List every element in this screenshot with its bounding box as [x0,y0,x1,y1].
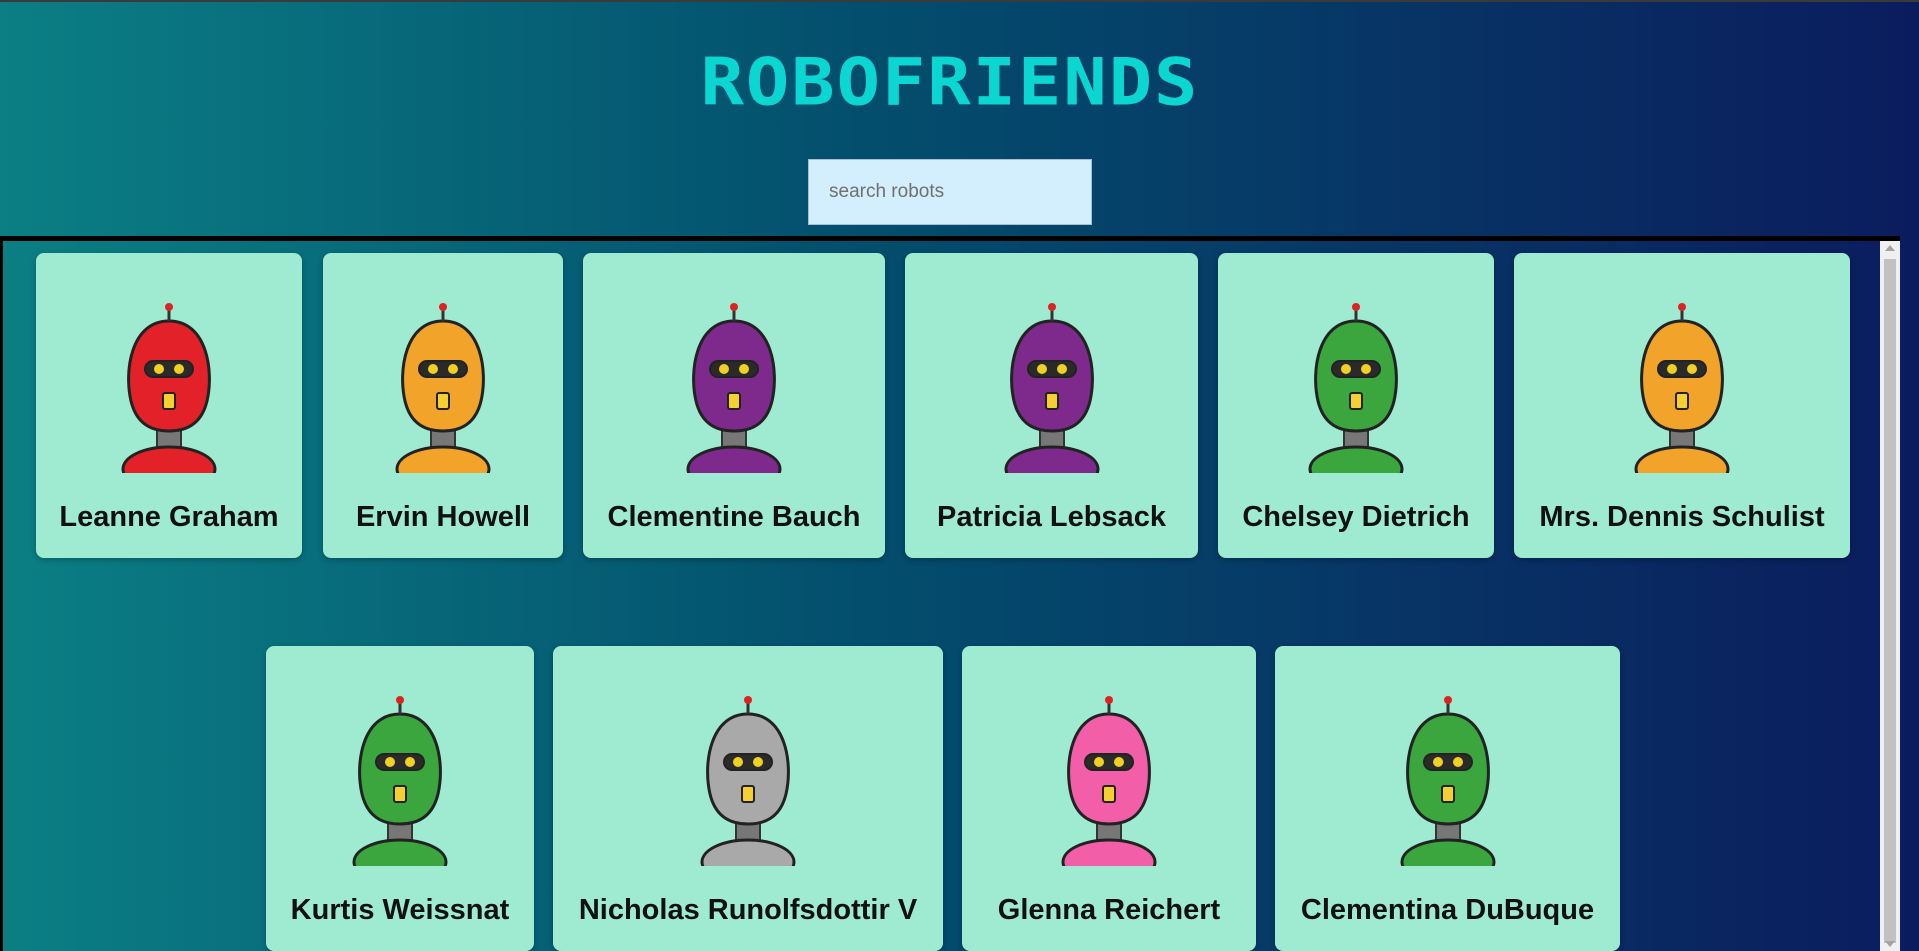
orange-robot-icon [353,301,533,493]
robot-card[interactable]: Kurtis Weissnat [266,646,534,951]
robot-name: Nicholas Runolfsdottir V [578,894,918,926]
red-robot-icon [79,301,259,493]
purple-robot-icon [962,301,1142,493]
robot-card[interactable]: Mrs. Dennis SchulistKarley_Dach@jasper.i… [1514,253,1850,558]
robot-card[interactable]: Leanne GrahamSincere@april.biz [36,253,302,558]
robot-name: Patricia Lebsack [937,501,1166,533]
robot-name: Leanne Graham [59,501,279,533]
purple-robot-icon [644,301,824,493]
robot-name: Chelsey Dietrich [1242,501,1470,533]
page-title: ROBOFRIENDS [700,44,1200,120]
robot-card[interactable]: Nicholas Runolfsdottir V [553,646,943,951]
card-list-scrollbar[interactable] [1880,241,1900,951]
scroll-up-icon[interactable] [1885,245,1895,251]
green-robot-icon [1358,694,1538,886]
card-list-scroll-area[interactable]: Leanne GrahamSincere@april.biz Ervin How… [0,236,1900,951]
pink-robot-icon [1019,694,1199,886]
robot-name: Mrs. Dennis Schulist [1539,501,1825,533]
robot-card[interactable]: Glenna Reichert [962,646,1256,951]
scroll-down-icon[interactable] [1885,941,1895,947]
robot-name: Clementine Bauch [607,501,861,533]
robot-card[interactable]: Clementine BauchNathan@yesenia.net [583,253,885,558]
robot-card[interactable]: Chelsey DietrichLucio_Hettinger@annie.ca [1218,253,1494,558]
search-input[interactable] [808,159,1092,225]
scrollbar-thumb[interactable] [1884,259,1896,943]
green-robot-icon [310,694,490,886]
green-robot-icon [1266,301,1446,493]
orange-robot-icon [1592,301,1772,493]
robot-card[interactable]: Clementina DuBuque [1275,646,1620,951]
robot-name: Ervin Howell [355,501,531,533]
robot-name: Glenna Reichert [997,894,1221,926]
robot-name: Kurtis Weissnat [290,894,510,926]
gray-robot-icon [658,694,838,886]
robot-card[interactable]: Ervin HowellShanna@melissa.tv [323,253,563,558]
robot-card[interactable]: Patricia LebsackJulianne.OConner@kory.or… [905,253,1198,558]
robot-name: Clementina DuBuque [1300,894,1595,926]
